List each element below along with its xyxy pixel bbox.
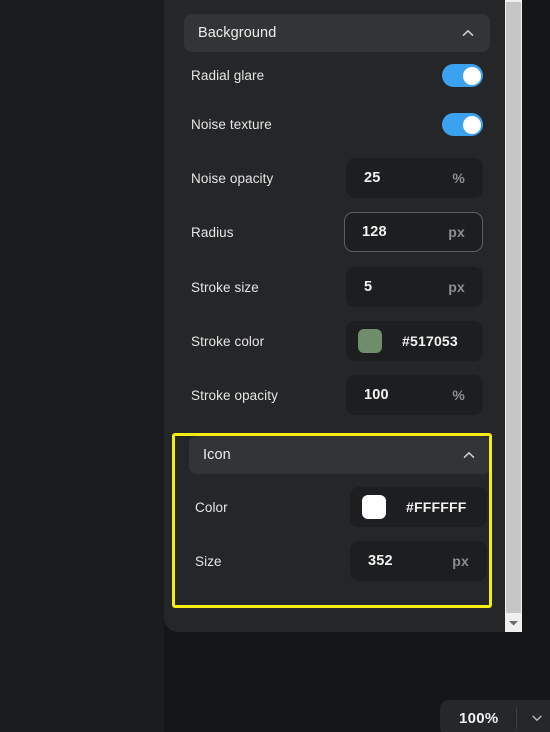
canvas-workspace[interactable] — [0, 0, 164, 732]
color-hex-value: #FFFFFF — [406, 499, 467, 515]
input-icon-color[interactable]: #FFFFFF — [350, 487, 487, 527]
color-swatch-icon[interactable] — [362, 495, 386, 519]
input-value: 25 — [364, 170, 381, 186]
properties-panel: Background Radial glare Noise texture No… — [164, 0, 522, 632]
zoom-control[interactable]: 100% — [440, 700, 550, 732]
row-radius: Radius 128 px — [164, 212, 498, 252]
app-root: Background Radial glare Noise texture No… — [0, 0, 550, 732]
label-radius: Radius — [191, 224, 234, 240]
label-stroke-color: Stroke color — [191, 333, 265, 349]
row-radial-glare: Radial glare — [164, 55, 498, 95]
row-stroke-opacity: Stroke opacity 100 % — [164, 375, 498, 415]
input-value: 128 — [362, 224, 387, 240]
input-value: 352 — [368, 553, 393, 569]
label-icon-color: Color — [195, 499, 228, 515]
chevron-up-icon[interactable] — [461, 447, 477, 463]
section-header-background[interactable]: Background — [184, 14, 490, 52]
color-swatch-stroke[interactable] — [358, 329, 382, 353]
input-unit: % — [452, 170, 465, 186]
panel-scrollbar[interactable] — [505, 0, 522, 632]
label-icon-size: Size — [195, 553, 222, 569]
input-stroke-size[interactable]: 5 px — [346, 267, 483, 307]
label-stroke-opacity: Stroke opacity — [191, 387, 278, 403]
input-stroke-color[interactable]: #517053 — [346, 321, 483, 361]
row-noise-opacity: Noise opacity 25 % — [164, 158, 498, 198]
properties-panel-content: Background Radial glare Noise texture No… — [164, 0, 498, 632]
section-title-icon: Icon — [203, 447, 231, 463]
zoom-divider — [516, 707, 517, 729]
chevron-up-icon[interactable] — [460, 25, 476, 41]
input-value: 5 — [364, 279, 373, 295]
input-unit: % — [452, 387, 465, 403]
label-radial-glare: Radial glare — [191, 67, 265, 83]
input-stroke-opacity[interactable]: 100 % — [346, 375, 483, 415]
label-noise-texture: Noise texture — [191, 116, 272, 132]
input-unit: px — [448, 279, 465, 295]
toggle-knob — [462, 115, 481, 134]
row-stroke-size: Stroke size 5 px — [164, 267, 498, 307]
toggle-noise-texture[interactable] — [442, 113, 483, 136]
toggle-radial-glare[interactable] — [442, 64, 483, 87]
toggle-knob — [462, 66, 481, 85]
section-title-background: Background — [198, 25, 277, 41]
section-header-icon[interactable]: Icon — [189, 436, 491, 474]
row-noise-texture: Noise texture — [164, 104, 498, 144]
color-hex-value: #517053 — [402, 333, 458, 349]
row-stroke-color: Stroke color #517053 — [164, 321, 498, 361]
input-unit: px — [448, 224, 465, 240]
zoom-level-value: 100% — [459, 709, 499, 727]
row-icon-color: Color #FFFFFF — [164, 487, 498, 527]
input-unit: px — [452, 553, 469, 569]
label-stroke-size: Stroke size — [191, 279, 259, 295]
input-icon-size[interactable]: 352 px — [350, 541, 487, 581]
row-icon-size: Size 352 px — [164, 541, 498, 581]
scrollbar-thumb[interactable] — [506, 2, 521, 613]
input-noise-opacity[interactable]: 25 % — [346, 158, 483, 198]
scroll-down-arrow-icon[interactable] — [505, 614, 522, 632]
label-noise-opacity: Noise opacity — [191, 170, 274, 186]
input-radius[interactable]: 128 px — [344, 212, 483, 252]
input-value: 100 — [364, 387, 389, 403]
chevron-down-icon[interactable] — [530, 711, 544, 725]
